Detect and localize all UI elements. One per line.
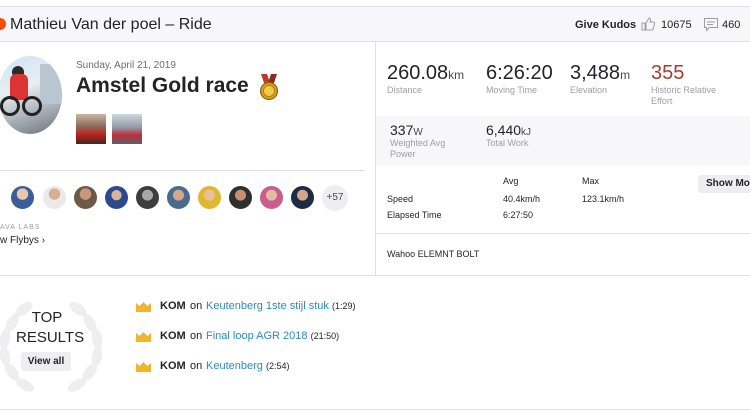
activity-photo[interactable]	[76, 114, 106, 144]
device-name: Wahoo ELEMNT BOLT	[387, 249, 480, 259]
avatar-wheel	[22, 96, 42, 116]
column-header-avg: Avg	[503, 176, 519, 186]
crown-icon	[136, 362, 151, 372]
stat-weighted-power: 337W Weighted Avg Power	[390, 122, 445, 160]
elapsed-time-avg: 6:27:50	[503, 210, 534, 220]
row-label-elapsed-time: Elapsed Time	[387, 210, 442, 220]
athlete-avatar[interactable]	[0, 56, 62, 134]
show-more-button[interactable]: Show More	[698, 175, 750, 193]
athlete-avatar[interactable]	[104, 185, 129, 210]
avatar-background	[40, 64, 62, 104]
kudos-count[interactable]: 10675	[661, 19, 692, 31]
view-flybys-link[interactable]: w Flybys ›	[0, 235, 45, 246]
athlete-avatar[interactable]	[135, 185, 160, 210]
comment-count[interactable]: 460	[722, 19, 740, 31]
speed-avg: 40.4km/h	[503, 194, 541, 204]
stat-label: Power	[390, 149, 416, 159]
segment-name: Final loop AGR 2018	[206, 330, 308, 342]
activity-header: Mathieu Van der poel – Ride Give Kudos 1…	[0, 6, 750, 42]
crown-icon	[136, 332, 151, 342]
athlete-avatar[interactable]	[166, 185, 191, 210]
activity-type-flag	[0, 18, 6, 30]
medal-icon	[259, 74, 279, 101]
segment-time: (2:54)	[265, 361, 290, 371]
segment-time: (21:50)	[310, 331, 340, 341]
view-flybys-label: w Flybys	[0, 235, 39, 246]
stat-value: 355	[651, 62, 685, 84]
give-kudos-button[interactable]: Give Kudos	[575, 19, 636, 31]
athlete-avatar[interactable]	[290, 185, 315, 210]
stat-value: 6:26:20	[486, 62, 553, 84]
stat-value: 6,440	[486, 122, 522, 138]
result-on: on	[190, 360, 203, 372]
avatar-wheel	[0, 96, 20, 116]
top-results-title-line: RESULTS	[16, 329, 85, 346]
stat-unit: m	[620, 68, 631, 82]
athlete-avatar[interactable]	[73, 185, 98, 210]
result-on: on	[190, 330, 203, 342]
result-badge: KOM	[160, 360, 186, 372]
stat-moving-time: 6:26:20 Moving Time	[486, 62, 553, 96]
activity-photo[interactable]	[112, 114, 142, 144]
athlete-avatar[interactable]	[259, 185, 284, 210]
section-divider	[376, 233, 750, 234]
result-on: on	[190, 300, 203, 312]
stat-label: Weighted Avg	[390, 138, 446, 148]
stat-label: Historic Relative	[651, 85, 717, 95]
stat-label: Elevation	[570, 85, 608, 95]
athlete-avatar[interactable]	[10, 185, 35, 210]
stat-unit: km	[448, 68, 465, 82]
athlete-avatar[interactable]	[42, 185, 67, 210]
activity-name: Amstel Gold race	[76, 74, 249, 97]
stat-value: 260.08	[387, 62, 449, 84]
result-segment-link[interactable]: Keutenberg (2:54)	[206, 360, 289, 372]
activity-date: Sunday, April 21, 2019	[76, 60, 176, 71]
stat-elevation: 3,488m Elevation	[570, 62, 630, 96]
strava-labs-label: AVA LABS	[0, 224, 41, 231]
row-label-speed: Speed	[387, 194, 414, 204]
page-title: Mathieu Van der poel – Ride	[10, 16, 212, 33]
stat-unit: W	[413, 127, 423, 138]
section-divider	[0, 409, 750, 410]
stat-value: 3,488	[570, 62, 621, 84]
athlete-avatar[interactable]	[197, 185, 222, 210]
more-athletes-button[interactable]: +57	[322, 185, 348, 211]
stat-label: Distance	[387, 85, 423, 95]
segment-time: (1:29)	[331, 301, 356, 311]
result-segment-link[interactable]: Final loop AGR 2018 (21:50)	[206, 330, 339, 342]
athlete-avatar[interactable]	[228, 185, 253, 210]
stat-distance: 260.08km Distance	[387, 62, 464, 96]
crown-icon	[136, 302, 151, 312]
result-badge: KOM	[160, 300, 186, 312]
segment-name: Keutenberg 1ste stijl stuk	[206, 300, 329, 312]
top-results-title: TOP RESULTS	[16, 308, 85, 348]
column-header-max: Max	[582, 176, 600, 186]
thumbs-up-icon[interactable]	[640, 16, 656, 32]
segment-name: Keutenberg	[206, 360, 263, 372]
section-divider	[0, 275, 750, 276]
stat-total-work: 6,440kJ Total Work	[486, 122, 531, 149]
stat-label: Total Work	[486, 138, 529, 148]
stat-label: Moving Time	[486, 85, 538, 95]
stat-value: 337	[390, 122, 414, 138]
comment-icon[interactable]	[703, 17, 719, 32]
stat-label: Effort	[651, 96, 673, 106]
view-all-button[interactable]: View all	[21, 352, 71, 371]
speed-max: 123.1km/h	[582, 194, 625, 204]
top-results-title-line: TOP	[31, 309, 63, 326]
result-segment-link[interactable]: Keutenberg 1ste stijl stuk (1:29)	[206, 300, 355, 312]
result-badge: KOM	[160, 330, 186, 342]
stat-unit: kJ	[521, 127, 532, 138]
stat-relative-effort[interactable]: 355 Historic Relative Effort	[651, 62, 716, 107]
section-divider	[0, 170, 365, 171]
chevron-right-icon: ›	[41, 235, 46, 246]
